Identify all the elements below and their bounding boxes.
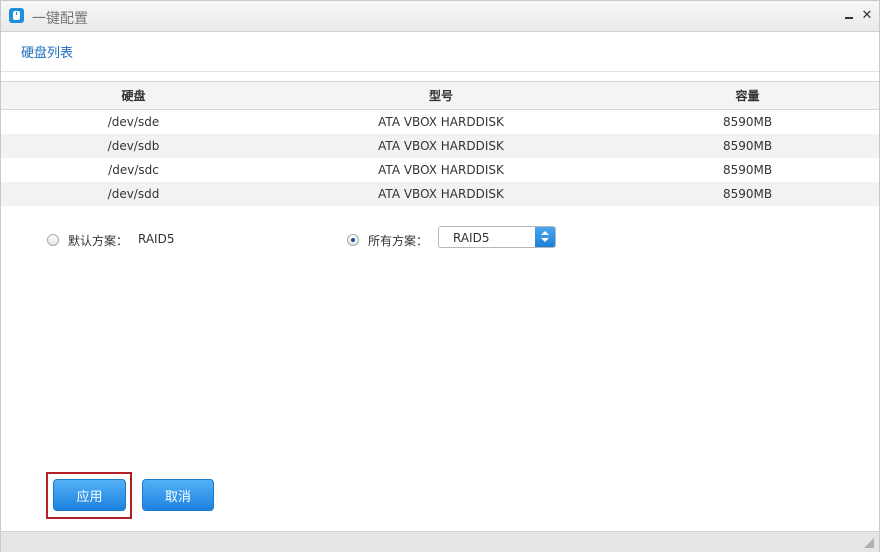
disk-table: 硬盘 型号 容量 /dev/sde ATA VBOX HARDDISK 8590… [1, 81, 879, 206]
scheme-select[interactable]: RAID5 [438, 226, 556, 248]
spinner-arrows-icon[interactable] [535, 227, 555, 247]
all-schemes-label: 所有方案： [368, 234, 429, 248]
column-header-disk[interactable]: 硬盘 [1, 82, 266, 109]
column-header-capacity[interactable]: 容量 [616, 82, 879, 109]
table-row[interactable]: /dev/sdb ATA VBOX HARDDISK 8590MB [1, 134, 879, 158]
disk-cell: /dev/sdc [108, 163, 159, 177]
default-scheme-label: 默认方案： [68, 234, 129, 248]
disk-cell: /dev/sdd [107, 187, 160, 201]
section-title: 硬盘列表 [21, 46, 74, 61]
model-cell: ATA VBOX HARDDISK [378, 163, 504, 177]
disk-cell: /dev/sdb [107, 139, 160, 153]
capacity-cell: 8590MB [722, 115, 773, 129]
default-scheme-value: RAID5 [138, 232, 175, 246]
apply-button[interactable]: 应用 [53, 479, 126, 511]
model-cell: ATA VBOX HARDDISK [378, 187, 504, 201]
scheme-select-value: RAID5 [453, 231, 490, 245]
table-row[interactable]: /dev/sde ATA VBOX HARDDISK 8590MB [1, 110, 879, 134]
table-row[interactable]: /dev/sdc ATA VBOX HARDDISK 8590MB [1, 158, 879, 182]
cancel-button[interactable]: 取消 [142, 479, 214, 511]
close-button[interactable]: ✕ [860, 9, 874, 23]
title-bar[interactable]: 一键配置 ✕ [1, 1, 879, 32]
capacity-cell: 8590MB [722, 139, 773, 153]
column-header-model[interactable]: 型号 [266, 82, 616, 109]
config-window: 一键配置 ✕ 硬盘列表 硬盘 型号 容量 /dev/sde ATA VBOX H… [0, 0, 880, 552]
capacity-cell: 8590MB [722, 163, 773, 177]
model-cell: ATA VBOX HARDDISK [378, 139, 504, 153]
disk-cell: /dev/sde [107, 115, 160, 129]
app-drive-icon [9, 8, 24, 23]
table-header: 硬盘 型号 容量 [1, 81, 879, 110]
minimize-button[interactable] [842, 9, 856, 23]
status-bar [1, 531, 879, 552]
capacity-cell: 8590MB [722, 187, 773, 201]
window-title: 一键配置 [32, 11, 88, 27]
table-row[interactable]: /dev/sdd ATA VBOX HARDDISK 8590MB [1, 182, 879, 206]
default-scheme-radio[interactable] [47, 234, 59, 246]
all-schemes-radio[interactable] [347, 234, 359, 246]
section-divider [1, 71, 879, 72]
model-cell: ATA VBOX HARDDISK [378, 115, 504, 129]
resize-grip-icon[interactable] [864, 538, 874, 548]
